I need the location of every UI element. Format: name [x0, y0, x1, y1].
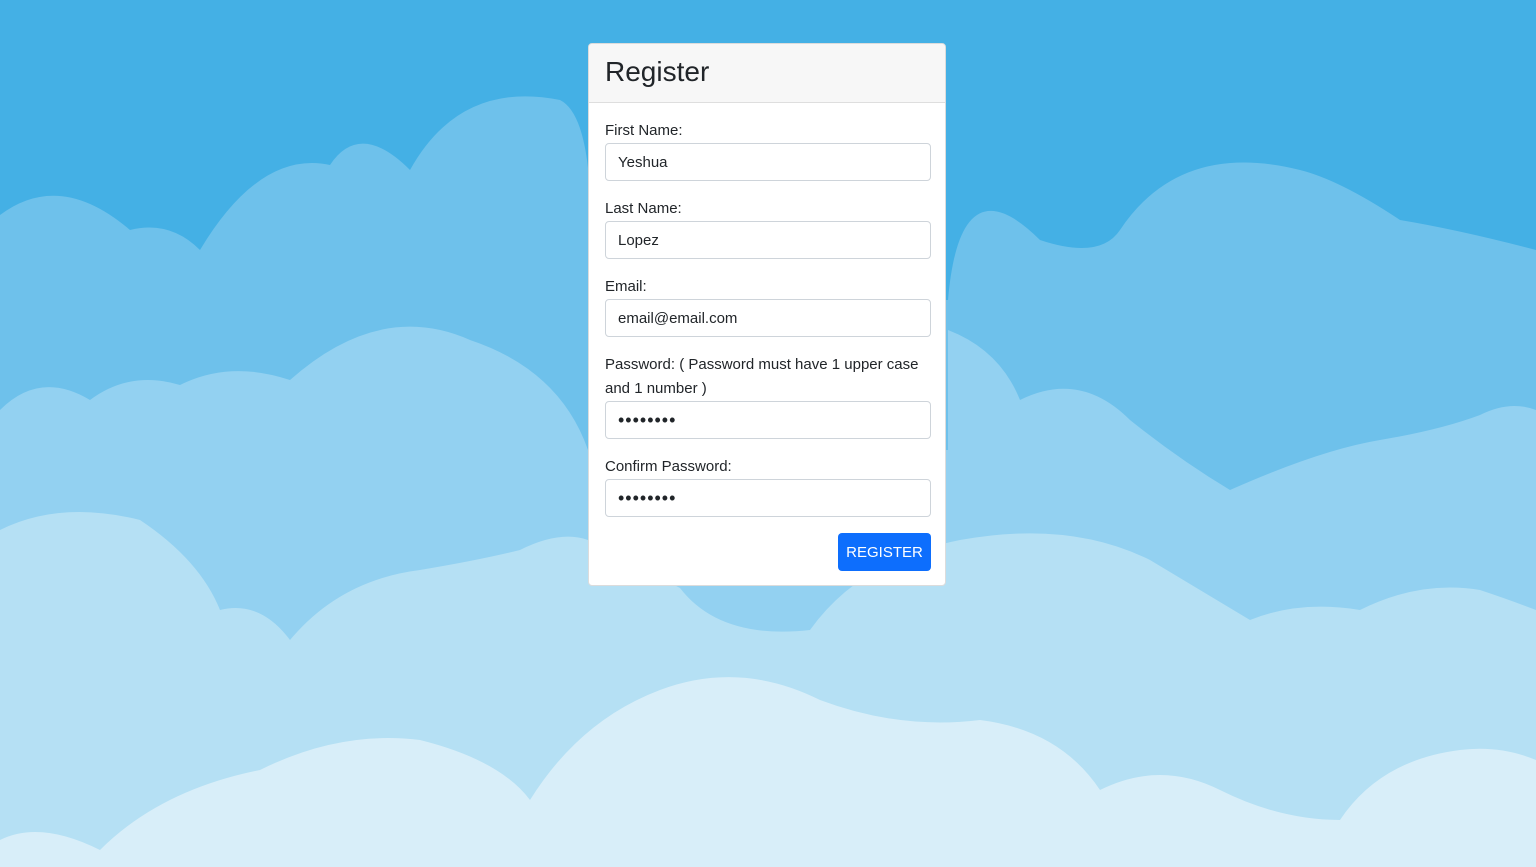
confirm-password-label: Confirm Password: [605, 458, 732, 475]
password-input[interactable] [605, 401, 931, 439]
email-label: Email: [605, 278, 647, 295]
confirm-password-input[interactable] [605, 479, 931, 517]
last-name-label: Last Name: [605, 200, 682, 217]
page-title: Register [605, 56, 710, 87]
password-label: Password: ( Password must have 1 upper c… [605, 356, 919, 397]
register-card: Register First Name: Last Name: Email: P… [588, 43, 946, 586]
card-header: Register [589, 44, 945, 103]
last-name-input[interactable] [605, 221, 931, 259]
register-button[interactable]: REGISTER [838, 533, 931, 571]
email-input[interactable] [605, 299, 931, 337]
first-name-input[interactable] [605, 143, 931, 181]
first-name-label: First Name: [605, 122, 683, 139]
